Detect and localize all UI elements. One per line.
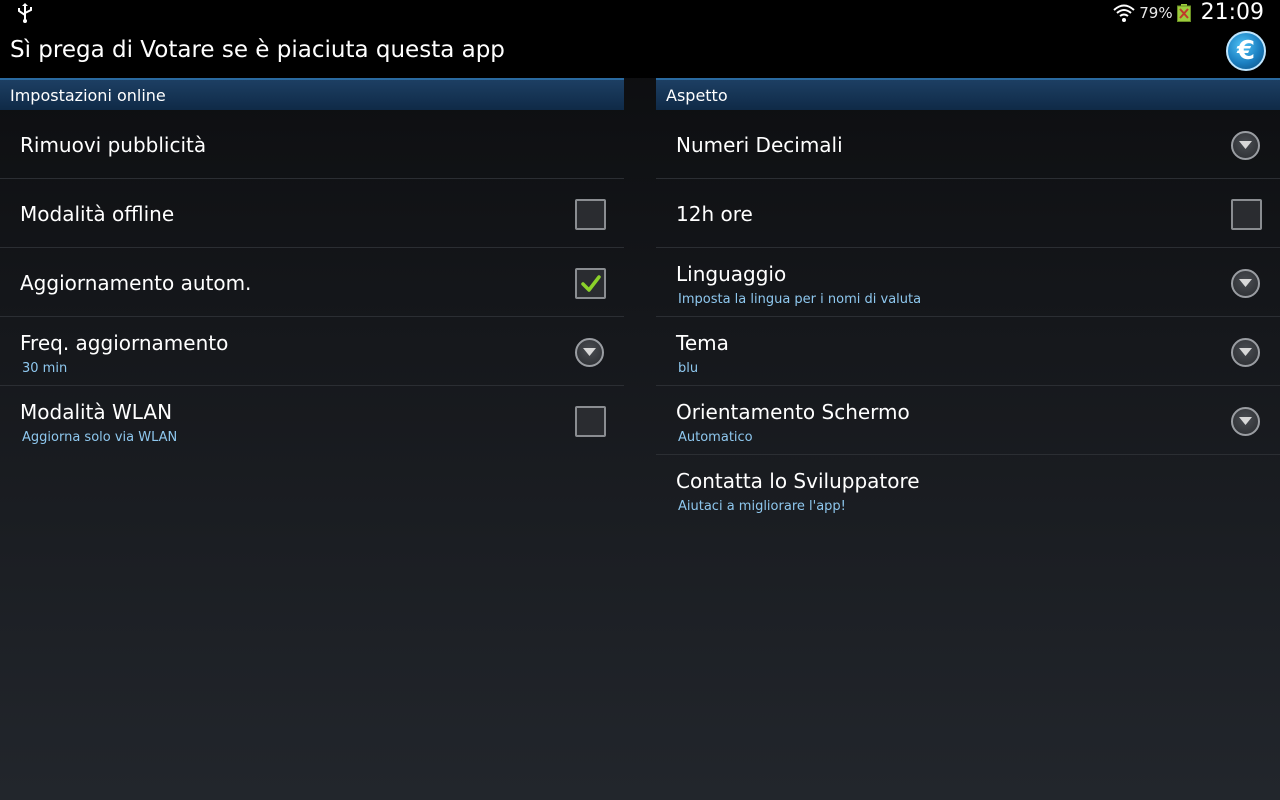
setting-contact-developer[interactable]: Contatta lo Sviluppatore Aiutaci a migli… <box>656 455 1280 524</box>
chevron-down-icon[interactable] <box>1231 338 1260 367</box>
status-bar: 79% 21:09 <box>0 0 1280 25</box>
setting-subtitle: Aiutaci a migliorare l'app! <box>678 499 846 514</box>
setting-title: 12h ore <box>676 202 753 226</box>
wlan-mode-checkbox[interactable] <box>575 406 606 437</box>
setting-title: Modalità WLAN <box>20 400 173 424</box>
chevron-down-icon[interactable] <box>1231 131 1260 160</box>
chevron-down-icon[interactable] <box>575 338 604 367</box>
setting-decimal-numbers[interactable]: Numeri Decimali <box>656 110 1280 179</box>
setting-language[interactable]: Linguaggio Imposta la lingua per i nomi … <box>656 248 1280 317</box>
setting-subtitle: Imposta la lingua per i nomi di valuta <box>678 292 922 307</box>
12h-clock-checkbox[interactable] <box>1231 199 1262 230</box>
setting-subtitle: 30 min <box>22 361 68 376</box>
section-header-appearance: Aspetto <box>656 78 1280 110</box>
wifi-icon <box>1113 3 1135 23</box>
battery-icon <box>1176 3 1191 22</box>
offline-mode-checkbox[interactable] <box>575 199 606 230</box>
auto-update-checkbox[interactable] <box>575 268 606 299</box>
setting-screen-orientation[interactable]: Orientamento Schermo Automatico <box>656 386 1280 455</box>
setting-offline-mode[interactable]: Modalità offline <box>0 179 624 248</box>
setting-title: Tema <box>676 331 729 355</box>
right-panel: Aspetto Numeri Decimali 12h ore Linguagg… <box>656 78 1280 524</box>
status-indicators: 79% 21:09 <box>1113 0 1264 25</box>
setting-auto-update[interactable]: Aggiornamento autom. <box>0 248 624 317</box>
battery-percentage: 79% <box>1139 3 1173 22</box>
setting-subtitle: Aggiorna solo via WLAN <box>22 430 178 445</box>
setting-title: Freq. aggiornamento <box>20 331 229 355</box>
left-panel: Impostazioni online Rimuovi pubblicità M… <box>0 78 624 455</box>
chevron-down-icon[interactable] <box>1231 269 1260 298</box>
setting-title: Modalità offline <box>20 202 175 226</box>
action-bar: Sì prega di Votare se è piaciuta questa … <box>0 25 1280 78</box>
setting-remove-ads[interactable]: Rimuovi pubblicità <box>0 110 624 179</box>
setting-title: Numeri Decimali <box>676 133 843 157</box>
setting-title: Orientamento Schermo <box>676 400 910 424</box>
usb-icon <box>16 3 34 23</box>
setting-subtitle: blu <box>678 361 699 376</box>
chevron-down-icon[interactable] <box>1231 407 1260 436</box>
section-header-online: Impostazioni online <box>0 78 624 110</box>
setting-wlan-mode[interactable]: Modalità WLAN Aggiorna solo via WLAN <box>0 386 624 455</box>
setting-theme[interactable]: Tema blu <box>656 317 1280 386</box>
setting-12h-clock[interactable]: 12h ore <box>656 179 1280 248</box>
clock: 21:09 <box>1200 0 1264 25</box>
setting-title: Contatta lo Sviluppatore <box>676 469 920 493</box>
checkmark-icon <box>581 275 601 292</box>
setting-title: Linguaggio <box>676 262 787 286</box>
setting-title: Rimuovi pubblicità <box>20 133 207 157</box>
setting-update-frequency[interactable]: Freq. aggiornamento 30 min <box>0 317 624 386</box>
setting-title: Aggiornamento autom. <box>20 271 252 295</box>
setting-subtitle: Automatico <box>678 430 753 445</box>
euro-logo-icon[interactable]: € <box>1226 31 1266 71</box>
app-title[interactable]: Sì prega di Votare se è piaciuta questa … <box>10 37 505 63</box>
